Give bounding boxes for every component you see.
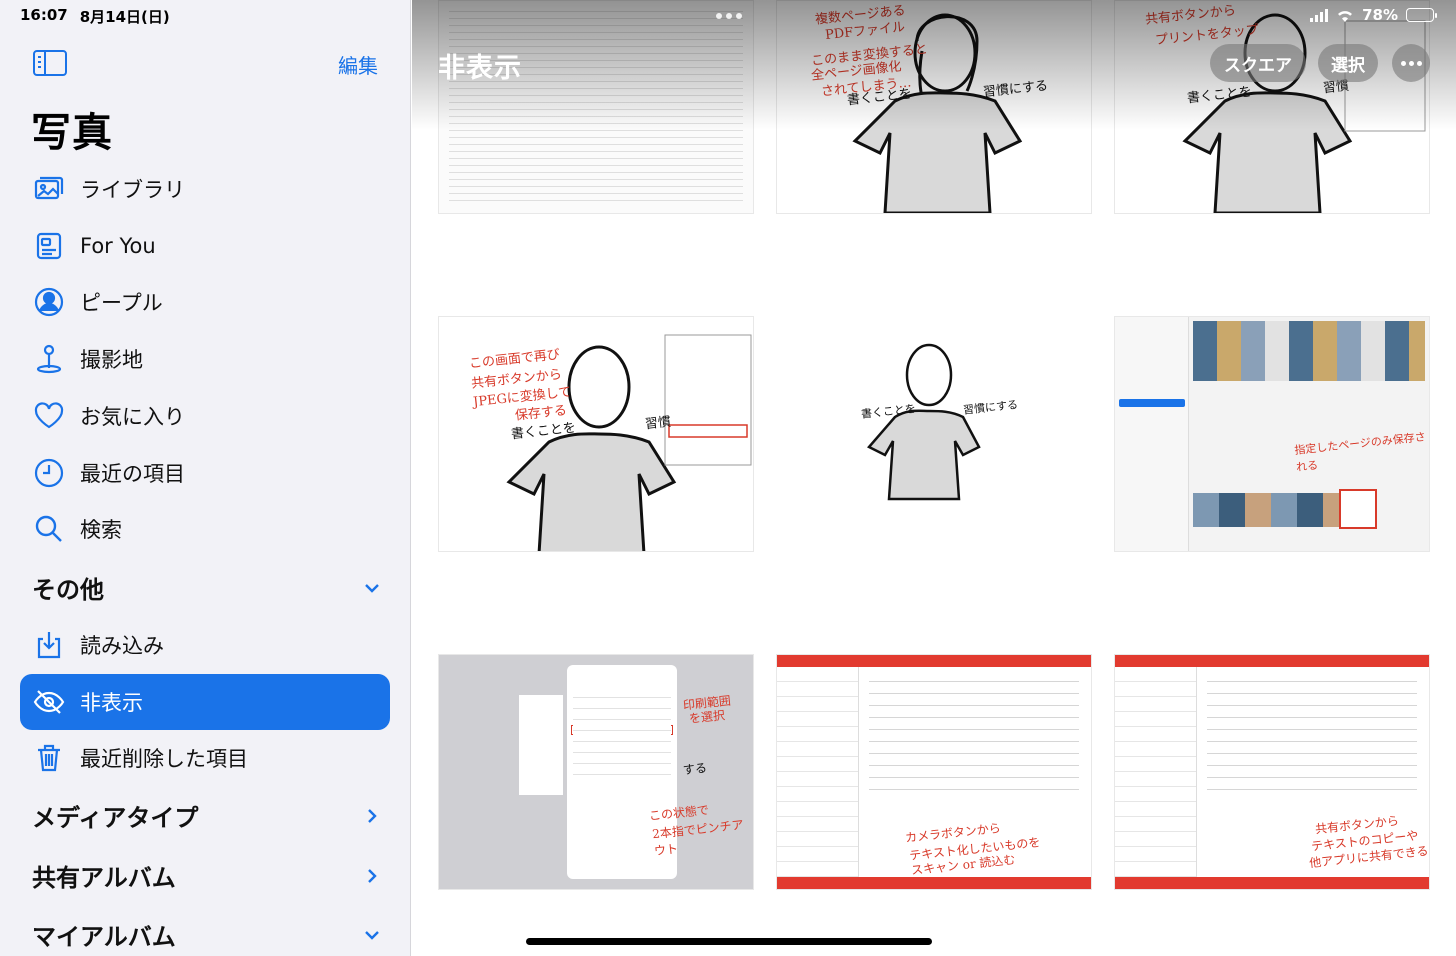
sidebar-item-people[interactable]: ピープル: [20, 274, 390, 330]
status-bar-left: 16:07 8月14日(日): [20, 6, 170, 27]
sidebar-item-hidden[interactable]: 非表示: [20, 674, 390, 730]
sidebar-item-label: 非表示: [80, 691, 143, 715]
eye-slash-icon: [32, 685, 66, 719]
memo-header-bar: [1115, 655, 1429, 667]
sidebar-item-search[interactable]: 検索: [20, 501, 390, 557]
sidebar-item-recents[interactable]: 最近の項目: [20, 445, 390, 501]
sidebar-item-label: お気に入り: [80, 405, 185, 429]
photo-grid: 複数ページある PDFファイル このまま変換すると 全ページ画像化 されてしまう…: [412, 0, 1456, 956]
battery-icon: [1406, 8, 1437, 22]
trash-icon: [32, 741, 66, 775]
section-label: マイアルバム: [32, 923, 176, 951]
sidebar-item-favorites[interactable]: お気に入り: [20, 388, 390, 444]
chevron-down-icon: [365, 930, 379, 940]
multitasking-dots-icon[interactable]: [716, 13, 742, 19]
section-my-albums[interactable]: マイアルバム: [32, 917, 382, 952]
photo-library-icon: [32, 172, 66, 206]
photo-thumbnail[interactable]: [438, 0, 754, 214]
section-label: 共有アルバム: [32, 864, 176, 892]
memo-header-bar: [777, 655, 1091, 667]
status-bar-right: 78%: [1310, 6, 1437, 24]
memo-footer-bar: [1115, 877, 1429, 889]
cellular-signal-icon: [1310, 8, 1329, 22]
sidebar-item-label: 読み込み: [80, 634, 164, 658]
status-time: 16:07: [20, 6, 68, 24]
sidebar-item-import[interactable]: 読み込み: [20, 617, 390, 673]
memo-list: [1115, 667, 1197, 877]
photo-thumbnail[interactable]: 印刷範囲 を選択 この状態で 2本指でピンチアウト する: [438, 654, 754, 890]
handwritten-note: を選択: [688, 708, 726, 726]
map-pin-icon: [32, 342, 66, 376]
handwritten-note: する: [682, 760, 708, 778]
sidebar-item-label: 検索: [80, 518, 122, 542]
edit-button[interactable]: 編集: [338, 50, 378, 79]
memo-list: [777, 667, 859, 877]
handwritten-note: 指定したページのみ保存される: [1293, 430, 1427, 474]
sidebar: 16:07 8月14日(日) 編集 写真 ライブラリ For You ピープル …: [0, 0, 411, 956]
more-options-icon[interactable]: [1392, 44, 1430, 82]
mini-sidebar: [1115, 317, 1189, 551]
photo-thumbnail[interactable]: 共有ボタンから プリントをタップ 書くことを 習慣: [1114, 0, 1430, 214]
handwritten-note: 習慣: [644, 414, 672, 433]
memo-text: [869, 681, 1079, 801]
selected-page-box: [1339, 489, 1377, 529]
section-label: その他: [32, 576, 104, 604]
section-label: メディアタイプ: [32, 804, 199, 832]
sidebar-item-label: For You: [80, 234, 156, 258]
section-shared-albums[interactable]: 共有アルバム: [32, 858, 382, 893]
chevron-down-icon: [365, 583, 379, 593]
home-indicator[interactable]: [526, 938, 932, 945]
figure-sketch: [506, 334, 752, 551]
sidebar-item-label: ライブラリ: [80, 178, 185, 202]
sidebar-item-label: 最近削除した項目: [80, 747, 248, 771]
photo-thumbnail[interactable]: 複数ページある PDFファイル このまま変換すると 全ページ画像化 されてしまう…: [776, 0, 1092, 214]
wifi-icon: [1338, 11, 1353, 22]
sidebar-item-label: ピープル: [80, 291, 163, 315]
search-icon: [32, 512, 66, 546]
photo-thumbnail[interactable]: 指定したページのみ保存される: [1114, 316, 1430, 552]
import-icon: [32, 628, 66, 662]
page-title: 非表示: [438, 53, 522, 84]
mini-photo-row: [1193, 321, 1425, 381]
square-toggle-button[interactable]: スクエア: [1210, 44, 1306, 82]
sidebar-item-library[interactable]: ライブラリ: [20, 161, 390, 217]
sidebar-item-label: 撮影地: [80, 348, 143, 372]
photo-thumbnail[interactable]: カメラボタンから テキスト化したいものを スキャン or 読込む: [776, 654, 1092, 890]
chevron-right-icon: [368, 868, 377, 883]
clock-icon: [32, 456, 66, 490]
figure-sketch: [867, 343, 981, 501]
photo-thumbnail[interactable]: 書くことを 習慣にする: [776, 316, 1092, 552]
section-other[interactable]: その他: [32, 570, 382, 605]
sidebar-title: 写真: [31, 110, 113, 156]
memo-footer-bar: [777, 877, 1091, 889]
photo-thumbnail[interactable]: 共有ボタンから テキストのコピーや 他アプリに共有できる: [1114, 654, 1430, 890]
sidebar-item-label: 最近の項目: [80, 462, 185, 486]
memo-text: [1207, 681, 1417, 801]
status-date: 8月14日(日): [79, 8, 170, 26]
document-page: [449, 11, 743, 203]
sidebar-item-recently-deleted[interactable]: 最近削除した項目: [20, 730, 390, 786]
heart-icon: [32, 399, 66, 433]
battery-percent: 78%: [1362, 6, 1398, 24]
sidebar-toggle-icon[interactable]: [33, 50, 67, 76]
chevron-right-icon: [368, 808, 377, 823]
sidebar-item-for-you[interactable]: For You: [20, 218, 390, 274]
sidebar-item-places[interactable]: 撮影地: [20, 331, 390, 387]
select-button[interactable]: 選択: [1318, 44, 1378, 82]
photo-thumbnail[interactable]: この画面で再び 共有ボタンから JPEGに変換して 保存する 書くことを 習慣: [438, 316, 754, 552]
for-you-icon: [32, 229, 66, 263]
section-media-types[interactable]: メディアタイプ: [32, 798, 382, 833]
person-icon: [32, 285, 66, 319]
